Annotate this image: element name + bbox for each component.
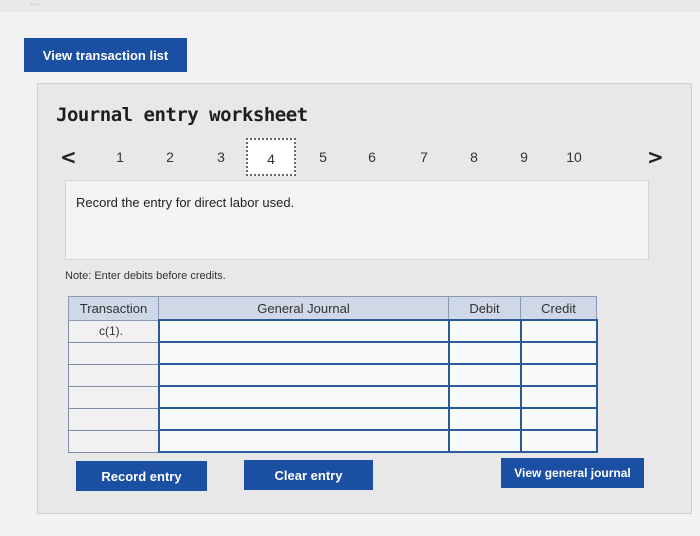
step-6[interactable]: 6	[359, 147, 385, 167]
chevron-right-icon[interactable]: >	[647, 145, 664, 169]
table-row: c(1).	[68, 319, 598, 343]
table-row	[68, 341, 598, 365]
credit-input[interactable]	[519, 429, 598, 453]
transaction-cell	[68, 363, 159, 387]
chevron-left-icon[interactable]: <	[60, 145, 77, 169]
transaction-cell	[68, 429, 159, 453]
debit-input[interactable]	[447, 385, 522, 409]
column-header-debit: Debit	[448, 296, 521, 321]
view-general-journal-button[interactable]: View general journal	[501, 458, 644, 488]
debit-input[interactable]	[447, 429, 522, 453]
transaction-cell	[68, 341, 159, 365]
account-input[interactable]	[157, 319, 450, 343]
step-9[interactable]: 9	[511, 147, 537, 167]
step-7[interactable]: 7	[411, 147, 437, 167]
credit-input[interactable]	[519, 363, 598, 387]
top-cut-text: ...	[0, 0, 700, 12]
step-5[interactable]: 5	[310, 147, 336, 167]
step-8[interactable]: 8	[461, 147, 487, 167]
credit-input[interactable]	[519, 407, 598, 431]
transaction-cell: c(1).	[68, 319, 159, 343]
step-1[interactable]: 1	[107, 147, 133, 167]
instruction-box	[65, 180, 649, 260]
column-header-credit: Credit	[520, 296, 597, 321]
journal-table: Transaction General Journal Debit Credit…	[68, 296, 598, 453]
debit-input[interactable]	[447, 319, 522, 343]
column-header-general-journal: General Journal	[158, 296, 449, 321]
table-row	[68, 385, 598, 409]
table-row	[68, 407, 598, 431]
record-entry-button[interactable]: Record entry	[76, 461, 207, 491]
step-10[interactable]: 10	[561, 147, 587, 167]
account-input[interactable]	[157, 429, 450, 453]
table-row	[68, 363, 598, 387]
column-header-transaction: Transaction	[68, 296, 159, 321]
step-3[interactable]: 3	[208, 147, 234, 167]
worksheet-title: Journal entry worksheet	[56, 104, 308, 126]
view-transaction-list-button[interactable]: View transaction list	[24, 38, 187, 72]
step-4-active[interactable]: 4	[246, 138, 296, 176]
note-text: Note: Enter debits before credits.	[65, 270, 226, 282]
clear-entry-button[interactable]: Clear entry	[244, 460, 373, 490]
account-input[interactable]	[157, 341, 450, 365]
instruction-text: Record the entry for direct labor used.	[76, 195, 295, 210]
transaction-cell	[68, 385, 159, 409]
debit-input[interactable]	[447, 407, 522, 431]
table-header-row: Transaction General Journal Debit Credit	[68, 296, 597, 321]
account-input[interactable]	[157, 363, 450, 387]
account-input[interactable]	[157, 385, 450, 409]
debit-input[interactable]	[447, 341, 522, 365]
table-row	[68, 429, 598, 453]
step-2[interactable]: 2	[157, 147, 183, 167]
account-input[interactable]	[157, 407, 450, 431]
transaction-cell	[68, 407, 159, 431]
cut-text: ...	[30, 0, 41, 8]
credit-input[interactable]	[519, 341, 598, 365]
credit-input[interactable]	[519, 385, 598, 409]
debit-input[interactable]	[447, 363, 522, 387]
credit-input[interactable]	[519, 319, 598, 343]
